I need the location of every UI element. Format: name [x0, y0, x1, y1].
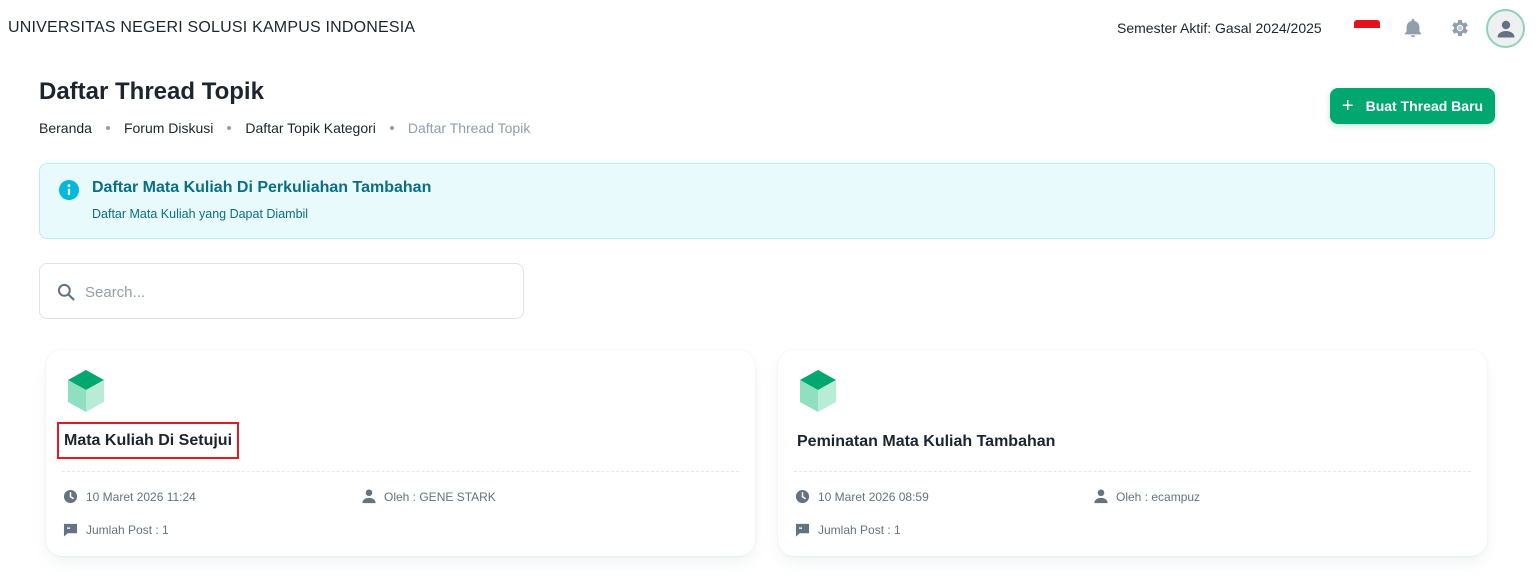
search-input[interactable] — [85, 278, 505, 306]
search-icon — [57, 283, 75, 301]
breadcrumb-daftar-topik-kategori[interactable]: Daftar Topik Kategori — [245, 120, 375, 136]
cube-icon — [800, 370, 836, 412]
divider — [794, 471, 1471, 472]
thread-post-count: ❝ Jumlah Post : 1 — [63, 523, 169, 537]
thread-date: 10 Maret 2026 11:24 — [63, 489, 196, 504]
thread-date-text: 10 Maret 2026 11:24 — [86, 489, 196, 504]
gear-icon[interactable] — [1446, 14, 1474, 42]
thread-post-count-text: Jumlah Post : 1 — [86, 523, 169, 537]
breadcrumb-current: Daftar Thread Topik — [407, 120, 531, 136]
thread-author: Oleh : ecampuz — [1094, 489, 1200, 504]
thread-date: 10 Maret 2026 08:59 — [795, 489, 929, 504]
page-title: Daftar Thread Topik — [39, 78, 264, 105]
alert-title: Daftar Mata Kuliah Di Perkuliahan Tambah… — [92, 179, 432, 196]
user-icon — [362, 489, 376, 504]
thread-card[interactable]: Mata Kuliah Di Setujui 10 Maret 2026 11:… — [46, 350, 755, 556]
info-alert: Daftar Mata Kuliah Di Perkuliahan Tambah… — [39, 163, 1495, 239]
thread-post-count-text: Jumlah Post : 1 — [818, 523, 901, 537]
user-avatar-icon[interactable] — [1486, 9, 1525, 48]
thread-title[interactable]: Mata Kuliah Di Setujui — [57, 422, 240, 459]
top-bar: UNIVERSITAS NEGERI SOLUSI KAMPUS INDONES… — [0, 0, 1536, 58]
comment-icon: ❝ — [795, 523, 810, 537]
alert-description: Daftar Mata Kuliah yang Dapat Diambil — [92, 207, 309, 221]
breadcrumb-beranda[interactable]: Beranda — [39, 120, 92, 136]
comment-icon: ❝ — [63, 523, 78, 537]
plus-icon: + — [1341, 95, 1354, 117]
bell-icon[interactable] — [1399, 14, 1427, 42]
divider — [62, 471, 739, 472]
thread-author-text: Oleh : ecampuz — [1116, 489, 1201, 504]
breadcrumb-separator — [227, 126, 232, 130]
new-thread-label: Buat Thread Baru — [1365, 98, 1484, 114]
thread-author-text: Oleh : GENE STARK — [384, 489, 496, 504]
flag-indonesia-icon[interactable] — [1354, 20, 1380, 36]
search-box — [39, 263, 524, 319]
clock-icon — [63, 489, 78, 504]
breadcrumb-forum-diskusi[interactable]: Forum Diskusi — [124, 120, 213, 136]
new-thread-button[interactable]: + Buat Thread Baru — [1330, 88, 1495, 124]
breadcrumb-separator — [389, 126, 394, 130]
user-icon — [1094, 489, 1108, 504]
svg-text:❝: ❝ — [67, 525, 71, 533]
thread-author: Oleh : GENE STARK — [362, 489, 496, 504]
thread-card[interactable]: Peminatan Mata Kuliah Tambahan 10 Maret … — [778, 350, 1487, 556]
active-semester: Semester Aktif: Gasal 2024/2025 — [1117, 20, 1322, 36]
clock-icon — [795, 489, 810, 504]
university-name: UNIVERSITAS NEGERI SOLUSI KAMPUS INDONES… — [8, 19, 416, 36]
breadcrumb-separator — [105, 126, 110, 130]
thread-post-count: ❝ Jumlah Post : 1 — [795, 523, 901, 537]
info-icon — [59, 180, 79, 200]
cube-icon — [68, 370, 104, 412]
thread-title[interactable]: Peminatan Mata Kuliah Tambahan — [795, 433, 1057, 451]
thread-date-text: 10 Maret 2026 08:59 — [818, 489, 929, 504]
breadcrumb: Beranda Forum Diskusi Daftar Topik Kateg… — [39, 120, 530, 136]
svg-text:❝: ❝ — [799, 525, 803, 533]
